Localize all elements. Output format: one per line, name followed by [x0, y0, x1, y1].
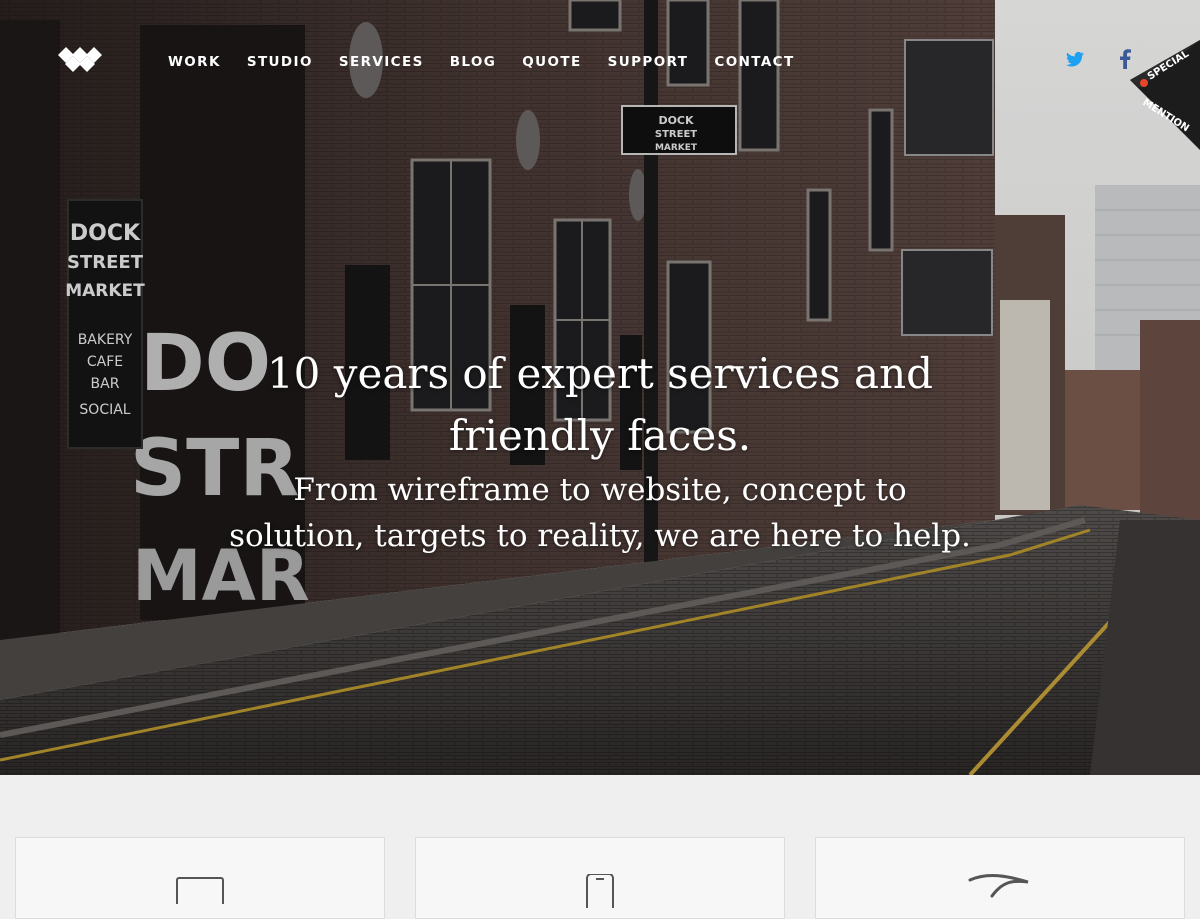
special-mention-ribbon[interactable]: SPECIAL MENTION — [1130, 0, 1200, 150]
nav-item-support[interactable]: SUPPORT — [608, 52, 689, 72]
phone-icon — [586, 874, 614, 908]
features-section — [0, 775, 1200, 919]
nav-item-services[interactable]: SERVICES — [339, 52, 424, 72]
hero-headline: 10 years of expert services and friendly… — [150, 343, 1050, 467]
hero-subheading-line-1: From wireframe to website, concept to — [293, 472, 907, 508]
feature-card-mobile[interactable] — [415, 837, 785, 919]
hero-headline-line-2: friendly faces. — [448, 411, 752, 460]
nav-item-contact[interactable]: CONTACT — [714, 52, 794, 72]
twitter-icon — [1066, 51, 1084, 67]
hero-subheading: From wireframe to website, concept to so… — [150, 467, 1050, 559]
nav-item-blog[interactable]: BLOG — [450, 52, 497, 72]
hero-subheading-line-2: solution, targets to reality, we are her… — [229, 518, 971, 554]
nav-item-work[interactable]: WORK — [168, 52, 221, 72]
hero-banner: DO STR MAR DOCK STREET MARKET BAKERY CAF… — [0, 0, 1200, 775]
feature-card-web[interactable] — [15, 837, 385, 919]
nav-item-quote[interactable]: QUOTE — [522, 52, 581, 72]
site-logo[interactable] — [58, 47, 102, 77]
facebook-icon — [1119, 49, 1131, 69]
nav-item-studio[interactable]: STUDIO — [247, 52, 313, 72]
hero-headline-line-1: 10 years of expert services and — [266, 349, 934, 398]
feature-card-branding[interactable] — [815, 837, 1185, 919]
main-navigation: WORK STUDIO SERVICES BLOG QUOTE SUPPORT … — [168, 52, 821, 72]
hero-text: 10 years of expert services and friendly… — [150, 343, 1050, 559]
twitter-link[interactable] — [1064, 48, 1086, 70]
